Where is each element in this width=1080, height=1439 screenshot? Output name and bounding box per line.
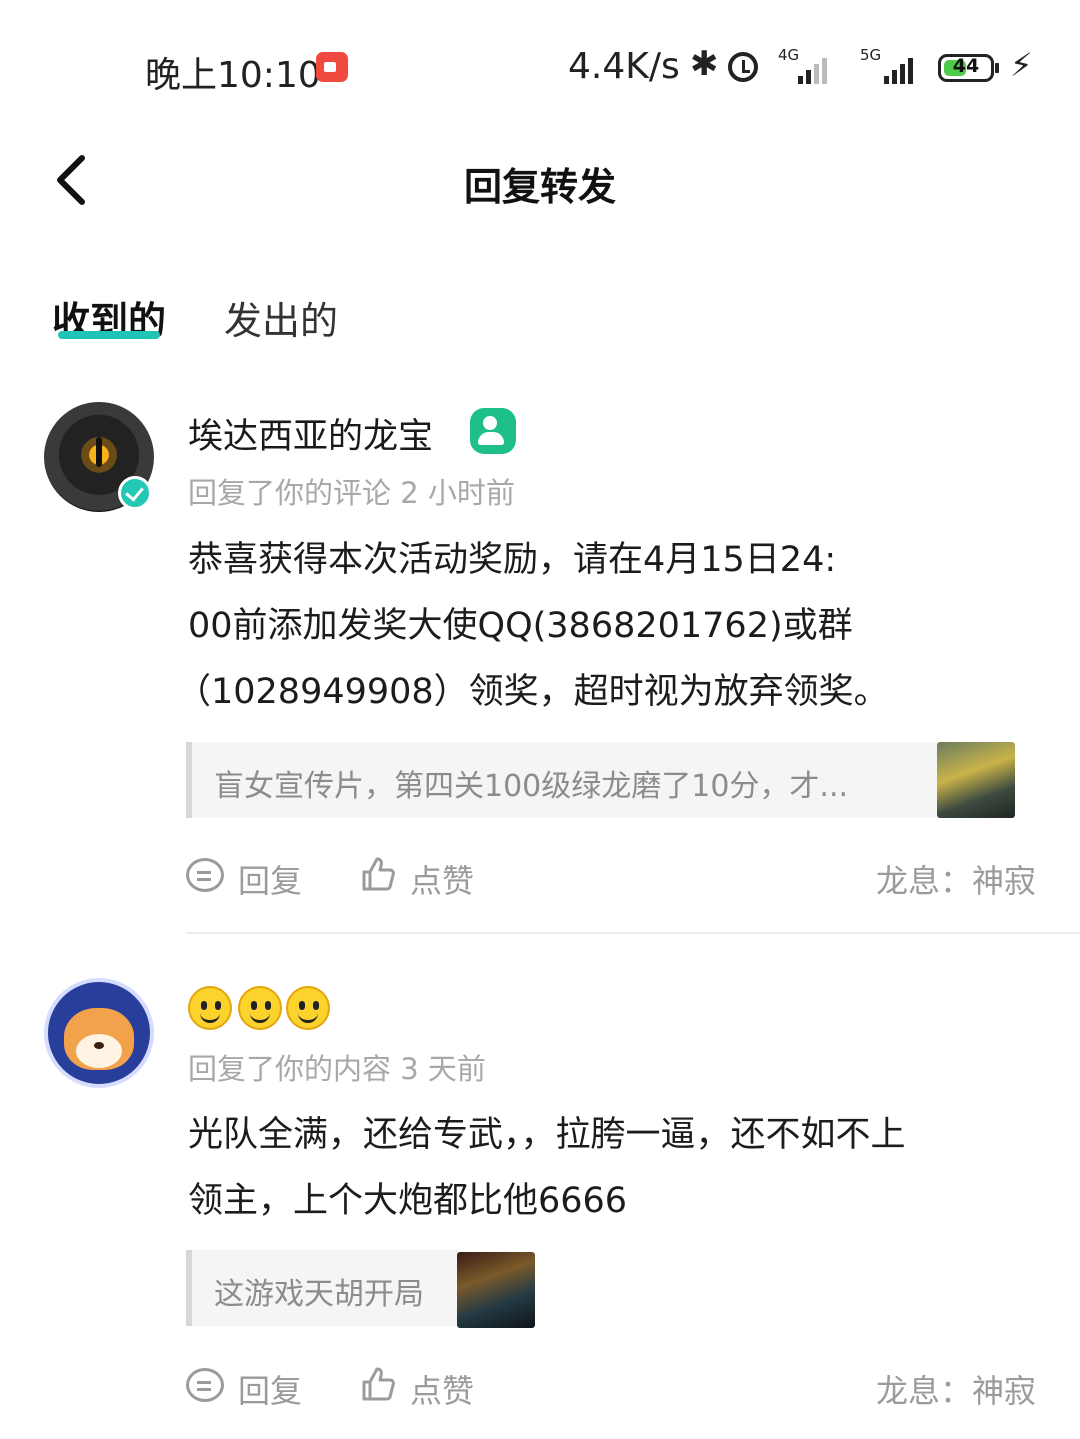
- quoted-post-text: 这游戏天胡开局: [214, 1277, 424, 1312]
- content-line: 光队全满，还给专武，，拉胯一逼，还不如不上: [188, 1115, 906, 1155]
- content-line: （1028949908）领奖，超时视为放弃领奖。: [176, 672, 889, 712]
- tab-sent[interactable]: 发出的: [224, 290, 338, 345]
- list-item[interactable]: 回复了你的内容 3 天前 光队全满，还给专武，，拉胯一逼，还不如不上 领主，上个…: [0, 976, 1080, 1416]
- avatar[interactable]: [44, 978, 154, 1088]
- content-line: 领主，上个大炮都比他6666: [188, 1181, 628, 1221]
- action-bar: 回复 点赞 龙息：神寂: [186, 1366, 1036, 1410]
- page-title: 回复转发: [463, 165, 616, 209]
- status-network-speed: 4.4K/s: [568, 46, 680, 87]
- bluetooth-icon: ✱: [690, 44, 719, 84]
- signal-4g-icon: 4G: [778, 46, 838, 84]
- game-source[interactable]: 龙息：神寂: [876, 856, 1036, 902]
- thumbs-up-icon[interactable]: [360, 1366, 396, 1402]
- reply-content[interactable]: 恭喜获得本次活动奖励，请在4月15日24: 00前添加发奖大使QQ(386820…: [176, 527, 1038, 725]
- battery-icon: 44: [938, 54, 999, 82]
- thumbs-up-icon[interactable]: [360, 856, 396, 892]
- like-button[interactable]: 点赞: [410, 1366, 474, 1412]
- quoted-post-text: 盲女宣传片，第四关100级绿龙磨了10分，才...: [214, 769, 849, 804]
- action-bar: 回复 点赞 龙息：神寂: [186, 856, 1036, 900]
- comment-icon[interactable]: [186, 858, 224, 892]
- status-time: 晚上10:10: [145, 55, 321, 96]
- game-source[interactable]: 龙息：神寂: [876, 1366, 1036, 1412]
- reply-meta: 回复了你的内容 3 天前: [188, 1052, 486, 1086]
- charging-icon: ⚡: [1010, 46, 1033, 84]
- network-5g-label: 5G: [860, 46, 882, 64]
- alarm-icon: [728, 52, 758, 82]
- list-item[interactable]: 埃达西亚的龙宝 回复了你的评论 2 小时前 恭喜获得本次活动奖励，请在4月15日…: [0, 400, 1080, 920]
- network-4g-label: 4G: [778, 46, 800, 64]
- reply-content[interactable]: 光队全满，还给专武，，拉胯一逼，还不如不上 领主，上个大炮都比他6666: [188, 1102, 1038, 1234]
- battery-level: 44: [952, 55, 980, 77]
- like-button[interactable]: 点赞: [410, 856, 474, 902]
- content-line: 00前添加发奖大使QQ(3868201762)或群: [188, 606, 853, 646]
- recording-icon: [316, 52, 348, 82]
- verified-icon: [118, 476, 152, 510]
- username[interactable]: 埃达西亚的龙宝: [188, 408, 433, 459]
- divider: [186, 932, 1080, 934]
- quoted-post[interactable]: 这游戏天胡开局: [186, 1250, 458, 1326]
- active-tab-indicator: [58, 331, 160, 339]
- reply-button[interactable]: 回复: [238, 856, 302, 902]
- signal-5g-icon: 5G: [860, 46, 924, 84]
- level-badge-icon: [470, 408, 516, 454]
- quoted-post[interactable]: 盲女宣传片，第四关100级绿龙磨了10分，才...: [186, 742, 938, 818]
- content-line: 恭喜获得本次活动奖励，请在4月15日24:: [188, 540, 837, 580]
- reply-meta: 回复了你的评论 2 小时前: [188, 476, 515, 510]
- smiley-emoji-icon: [188, 986, 232, 1030]
- quoted-post-thumbnail[interactable]: [937, 742, 1015, 818]
- comment-icon[interactable]: [186, 1368, 224, 1402]
- smiley-emoji-icon: [238, 986, 282, 1030]
- shiba-avatar-illustration: [64, 1008, 134, 1070]
- status-bar: 晚上10:10 4.4K/s ✱ 4G 5G 44 ⚡: [0, 0, 1080, 130]
- quoted-post-thumbnail[interactable]: [457, 1252, 535, 1328]
- reply-button[interactable]: 回复: [238, 1366, 302, 1412]
- smiley-emoji-icon: [286, 986, 330, 1030]
